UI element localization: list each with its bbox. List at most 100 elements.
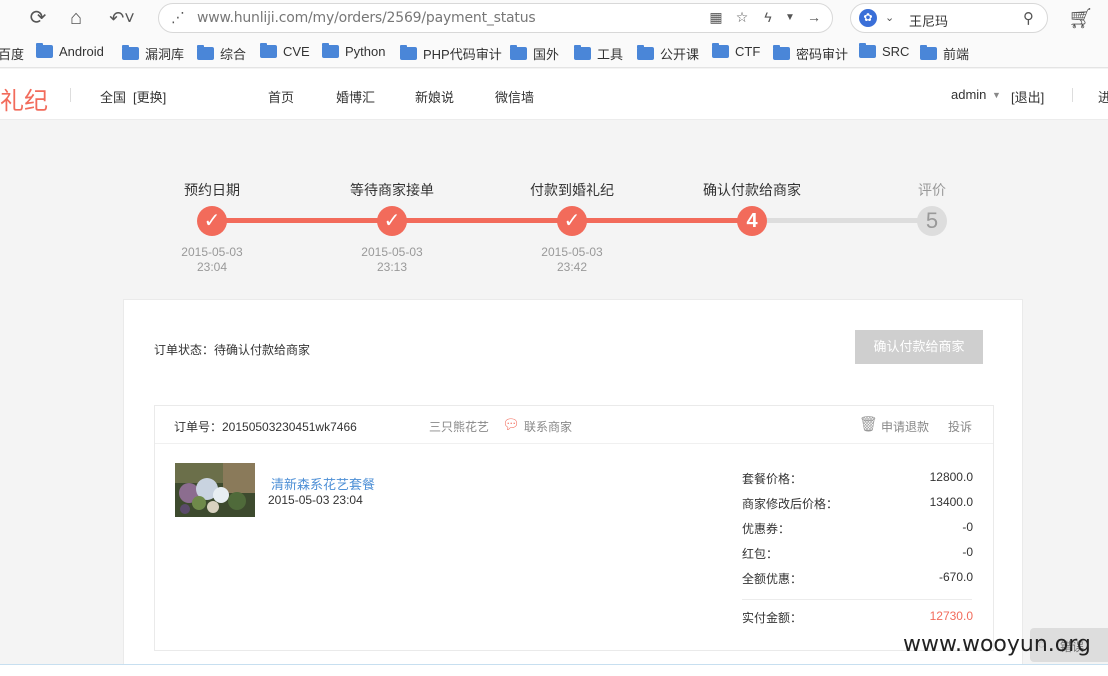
divider [70, 88, 71, 102]
go-arrow-icon[interactable]: → [805, 9, 823, 25]
total-label: 实付金额： [742, 611, 803, 625]
bookmark-item[interactable]: SRC [859, 43, 909, 59]
url-text[interactable]: www.hunliji.com/my/orders/2569/payment_s… [197, 10, 536, 26]
price-value: 12800.0 [929, 470, 973, 484]
search-input[interactable]: 王尼玛 [909, 11, 948, 30]
chevron-down-icon[interactable]: ▼ [781, 12, 799, 23]
step-label: 付款到婚礼纪 [530, 182, 614, 198]
step-label: 预约日期 [184, 182, 240, 198]
bookmark-item[interactable]: 漏洞库 [122, 44, 184, 63]
undo-history-icon[interactable]: ↶˅ [104, 6, 140, 30]
folder-icon [197, 45, 214, 60]
status-bar [0, 664, 1108, 676]
address-bar[interactable]: ⋰ www.hunliji.com/my/orders/2569/payment… [158, 3, 833, 33]
step-number-current: 4 [737, 206, 767, 236]
product-title-link[interactable]: 清新森系花艺套餐 [271, 474, 375, 493]
check-icon: ✓ [557, 206, 587, 236]
order-header: 订单号：20150503230451wk7466 三只熊花艺 💬︎ 联系商家 🗑… [155, 406, 993, 444]
browser-toolbar: ⟳ ⌂ ↶˅ ⋰ www.hunliji.com/my/orders/2569/… [0, 0, 1108, 36]
search-engine-icon[interactable]: ✿ [859, 9, 877, 27]
chevron-down-icon[interactable]: ⌄ [885, 11, 894, 24]
folder-icon [637, 45, 654, 60]
progress-line-done [212, 218, 752, 223]
cart-icon[interactable]: 🛒︎ [1068, 6, 1093, 31]
price-label: 套餐价格： [742, 472, 803, 486]
folder-icon [859, 43, 876, 58]
reload-icon[interactable]: ⟳ [26, 6, 50, 30]
bookmark-item[interactable]: PHP代码审计 [400, 44, 502, 63]
folder-icon [773, 45, 790, 60]
bookmark-item[interactable]: 国外 [510, 44, 559, 63]
folder-icon [122, 45, 139, 60]
step-label: 等待商家接单 [350, 182, 434, 198]
caret-down-icon[interactable]: ▼ [992, 90, 1001, 100]
bookmark-item[interactable]: 公开课 [637, 44, 699, 63]
price-value: -670.0 [938, 570, 973, 584]
refund-link[interactable]: 申请退款 [881, 418, 929, 435]
step-timestamp: 2015-05-03 23:42 [541, 245, 603, 274]
bookmark-item[interactable]: 百度 [0, 44, 24, 63]
folder-icon [510, 45, 527, 60]
folder-icon [400, 45, 417, 60]
price-label: 全额优惠： [742, 572, 803, 586]
confirm-payment-button[interactable]: 确认付款给商家 [855, 330, 983, 364]
check-icon: ✓ [377, 206, 407, 236]
bookmark-item[interactable]: CTF [712, 43, 760, 59]
price-value: -0 [962, 520, 973, 534]
folder-icon [260, 43, 277, 58]
bookmark-item[interactable]: CVE [260, 43, 310, 59]
home-icon[interactable]: ⌂ [64, 6, 88, 30]
divider [742, 599, 972, 600]
order-number: 订单号：20150503230451wk7466 [174, 420, 357, 434]
folder-icon [574, 45, 591, 60]
complaint-link[interactable]: 投诉 [948, 418, 972, 435]
progress-line-pending [752, 218, 932, 223]
folder-icon [322, 43, 339, 58]
bookmark-item[interactable]: 前端 [920, 44, 969, 63]
nav-expo[interactable]: 婚博汇 [336, 87, 375, 106]
total-value: 12730.0 [929, 609, 973, 623]
bookmarks-bar: 百度 Android 漏洞库 综合 CVE Python PHP代码审计 国外 … [0, 36, 1108, 68]
step-timestamp: 2015-05-03 23:04 [181, 245, 243, 274]
trash-icon[interactable]: 🗑︎ [859, 415, 878, 433]
step-label: 评价 [918, 182, 946, 198]
price-label: 优惠券： [742, 522, 791, 536]
bookmark-star-icon[interactable]: ☆ [733, 9, 751, 26]
product-thumbnail[interactable] [175, 463, 255, 517]
nav-wechat-wall[interactable]: 微信墙 [495, 87, 534, 106]
order-progress: 预约日期 ✓ 2015-05-03 23:04 等待商家接单 ✓ 2015-05-… [0, 170, 1108, 290]
nav-home[interactable]: 首页 [268, 87, 294, 106]
merchant-link[interactable]: 三只熊花艺 [429, 418, 489, 435]
bookmark-item[interactable]: Android [36, 43, 104, 59]
qr-code-icon[interactable]: ▦ [707, 9, 725, 26]
search-icon[interactable]: ⚲ [1023, 9, 1034, 27]
site-logo[interactable]: 礼纪 [0, 81, 48, 116]
order-detail: 订单号：20150503230451wk7466 三只熊花艺 💬︎ 联系商家 🗑… [154, 405, 994, 651]
chat-icon[interactable]: 💬︎ [502, 416, 520, 433]
step-label: 确认付款给商家 [703, 182, 801, 198]
site-info-icon[interactable]: ⋰ [169, 9, 187, 26]
nav-bride-talk[interactable]: 新娘说 [415, 87, 454, 106]
check-icon: ✓ [197, 206, 227, 236]
folder-icon [920, 45, 937, 60]
bookmark-item[interactable]: Python [322, 43, 385, 59]
region-switch-link[interactable]: [更换] [133, 87, 166, 106]
product-date: 2015-05-03 23:04 [268, 493, 363, 507]
user-menu[interactable]: admin [951, 87, 986, 102]
bookmark-item[interactable]: 综合 [197, 44, 246, 63]
edge-nav-item[interactable]: 进 [1098, 87, 1108, 106]
logout-link[interactable]: [退出] [1011, 87, 1044, 106]
price-label: 红包： [742, 547, 779, 561]
step-timestamp: 2015-05-03 23:13 [361, 245, 423, 274]
lightning-icon[interactable]: ϟ [759, 9, 777, 25]
watermark: www.wooyun.org [903, 632, 1091, 657]
price-value: 13400.0 [929, 495, 973, 509]
divider [1072, 88, 1073, 102]
bookmark-item[interactable]: 工具 [574, 44, 623, 63]
search-box[interactable]: ✿ ⌄ 王尼玛 ⚲ [850, 3, 1048, 33]
order-status: 订单状态：待确认付款给商家 [154, 343, 311, 357]
site-header: 礼纪 全国 [更换] 首页 婚博汇 新娘说 微信墙 admin ▼ [退出] 进 [0, 69, 1108, 120]
bookmark-item[interactable]: 密码审计 [773, 44, 848, 63]
order-card: 订单状态：待确认付款给商家 确认付款给商家 订单号：20150503230451… [123, 299, 1023, 676]
contact-merchant-link[interactable]: 联系商家 [524, 418, 572, 435]
